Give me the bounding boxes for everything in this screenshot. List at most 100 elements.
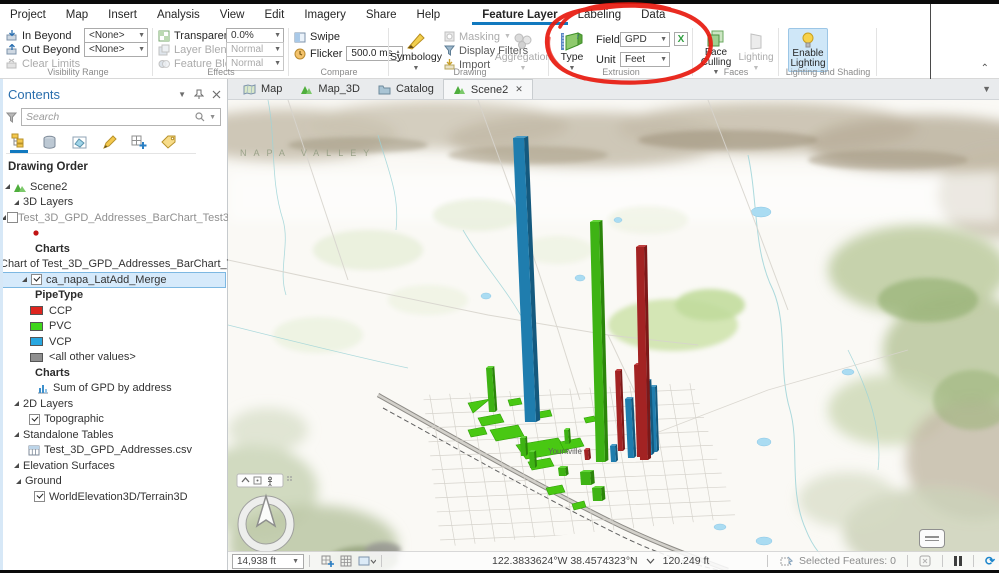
search-input[interactable]: Search ▼	[21, 108, 221, 126]
grid-icon[interactable]	[340, 555, 352, 567]
arcgis-pro-window: Project Map Insert Analysis View Edit Im…	[0, 0, 999, 573]
layer-blend-select[interactable]: Normal▼	[226, 42, 284, 57]
tab-help[interactable]: Help	[407, 6, 451, 24]
contents-pane: Contents ▼ Search ▼	[0, 79, 228, 570]
tree-item-charts-2[interactable]: Charts	[0, 365, 226, 381]
tab-project[interactable]: Project	[0, 6, 56, 24]
symbology-icon	[406, 32, 426, 50]
out-beyond-select[interactable]: <None>▼	[84, 42, 148, 57]
tab-map[interactable]: Map	[56, 6, 98, 24]
tree-item-charts-1[interactable]: Charts	[0, 241, 226, 257]
out-beyond-button[interactable]: Out Beyond	[6, 43, 80, 56]
tab-view[interactable]: View	[210, 6, 255, 24]
group-label-extrusion: Extrusion	[552, 67, 690, 77]
expander-icon[interactable]	[13, 199, 20, 206]
swipe-button[interactable]: Swipe	[294, 30, 340, 43]
extrusion-unit-select[interactable]: Feet▼	[620, 52, 670, 67]
refresh-button[interactable]: ⟳	[985, 554, 995, 568]
tree-item-point-symbol[interactable]	[0, 226, 226, 242]
expander-icon[interactable]	[21, 276, 28, 283]
in-beyond-select[interactable]: <None>▼	[84, 28, 148, 43]
point-symbol-red	[32, 229, 40, 237]
list-by-snapping-button[interactable]	[130, 133, 148, 151]
view-tab-catalog[interactable]: Catalog	[369, 79, 443, 99]
swipe-icon	[294, 31, 306, 43]
coordinates-chevron-icon[interactable]	[646, 558, 655, 564]
tree-item-3d-layers[interactable]: 3D Layers	[0, 195, 226, 211]
expander-icon[interactable]	[13, 462, 20, 469]
view-tab-map[interactable]: Map	[234, 79, 291, 99]
tree-item-elevation-surfaces[interactable]: Elevation Surfaces	[0, 458, 226, 474]
tree-item-2d-layers[interactable]: 2D Layers	[0, 396, 226, 412]
scene-viewport[interactable]: NAPA VALLEY	[228, 100, 999, 570]
tree-item-ground[interactable]: Ground	[0, 474, 226, 490]
add-grid-icon[interactable]	[321, 555, 334, 567]
tab-analysis[interactable]: Analysis	[147, 6, 210, 24]
tree-item-topographic[interactable]: Topographic	[0, 412, 226, 428]
pane-options-chevron-icon[interactable]: ▼	[178, 90, 186, 99]
layout-select-icon[interactable]	[358, 555, 376, 567]
list-by-labeling-button[interactable]	[160, 133, 178, 151]
select-box-icon[interactable]	[919, 555, 931, 567]
list-by-drawing-order-button[interactable]	[10, 131, 28, 153]
tab-data[interactable]: Data	[631, 6, 675, 24]
legend-item-all-other-values[interactable]: <all other values>	[0, 350, 226, 366]
close-tab-icon[interactable]: ✕	[515, 84, 523, 95]
view-tab-map-3d[interactable]: Map_3D	[291, 79, 369, 99]
tab-edit[interactable]: Edit	[254, 6, 294, 24]
group-separator	[778, 28, 779, 76]
coordinates-readout[interactable]: 122.3833624°W 38.4574323°N 120.249 ft	[492, 555, 709, 567]
tree-item-test-layer[interactable]: Test_3D_GPD_Addresses_BarChart_Test3	[0, 210, 226, 226]
flicker-icon	[294, 48, 306, 60]
tree-item-scene2[interactable]: Scene2	[0, 179, 226, 195]
layer-checkbox-unchecked[interactable]	[7, 212, 18, 223]
tab-insert[interactable]: Insert	[98, 6, 147, 24]
list-by-editing-button[interactable]	[100, 133, 118, 151]
legend-item-ccp[interactable]: CCP	[0, 303, 226, 319]
legend-item-vcp[interactable]: VCP	[0, 334, 226, 350]
pane-close-icon[interactable]	[212, 90, 221, 99]
legend-item-pvc[interactable]: PVC	[0, 319, 226, 335]
expander-icon[interactable]	[4, 183, 11, 190]
expander-icon[interactable]	[15, 478, 22, 485]
expander-icon[interactable]	[13, 400, 20, 407]
list-by-selection-button[interactable]	[70, 133, 88, 151]
layer-tree: Scene2 3D Layers Test_3D_GPD_Addresses_B…	[0, 179, 226, 505]
tab-feature-layer[interactable]: Feature Layer	[472, 6, 567, 25]
group-label-effects: Effects	[156, 67, 286, 77]
tab-share[interactable]: Share	[356, 6, 407, 24]
tab-imagery[interactable]: Imagery	[294, 6, 356, 24]
tab-labeling[interactable]: Labeling	[568, 6, 631, 24]
tree-item-standalone-tables[interactable]: Standalone Tables	[0, 427, 226, 443]
view-tab-scene2[interactable]: Scene2 ✕	[443, 79, 533, 99]
extrusion-expression-button[interactable]: X	[674, 32, 688, 46]
ribbon-collapse-button[interactable]: ⌃	[981, 63, 989, 74]
group-visibility-range: In Beyond <None>▼ Out Beyond <None>▼ Cle…	[4, 26, 152, 78]
in-beyond-button[interactable]: In Beyond	[6, 29, 72, 42]
layer-checkbox-checked[interactable]	[34, 491, 45, 502]
extrusion-field-select[interactable]: GPD▼	[620, 32, 670, 47]
list-by-data-source-button[interactable]	[40, 133, 58, 151]
layer-checkbox-checked[interactable]	[29, 414, 40, 425]
transparency-select[interactable]: 0.0%▼	[226, 28, 284, 43]
enable-lighting-toggle[interactable]: Enable Lighting	[788, 28, 828, 72]
tree-item-pipetype[interactable]: PipeType	[0, 288, 226, 304]
coordinates-value: 122.3833624°W 38.4574323°N	[492, 555, 638, 567]
tree-item-chart-of-test[interactable]: Chart of Test_3D_GPD_Addresses_BarChart_…	[0, 257, 226, 273]
expander-icon[interactable]	[13, 431, 20, 438]
filter-icon[interactable]	[6, 112, 17, 123]
legend-swatch-pvc	[30, 322, 43, 331]
view-tabs-overflow-chevron[interactable]: ▼	[982, 84, 991, 94]
pane-pin-icon[interactable]	[194, 89, 204, 100]
tree-item-csv-table[interactable]: Test_3D_GPD_Addresses.csv	[0, 443, 226, 459]
feedback-button[interactable]	[919, 529, 945, 548]
tree-item-world-elevation[interactable]: WorldElevation3D/Terrain3D	[0, 489, 226, 505]
tree-item-sum-of-gpd[interactable]: Sum of GPD by address	[0, 381, 226, 397]
pause-drawing-button[interactable]	[954, 556, 962, 566]
search-icon	[195, 112, 205, 122]
search-history-chevron-icon[interactable]: ▼	[209, 114, 216, 121]
tree-item-ca-napa-latadd-merge[interactable]: ca_napa_LatAdd_Merge	[0, 272, 226, 288]
layer-checkbox-checked[interactable]	[31, 274, 42, 285]
status-bar: 14,938 ft▼ 122.3833624°W 38.4574323°N 12…	[228, 551, 999, 570]
scale-select[interactable]: 14,938 ft▼	[232, 554, 304, 569]
